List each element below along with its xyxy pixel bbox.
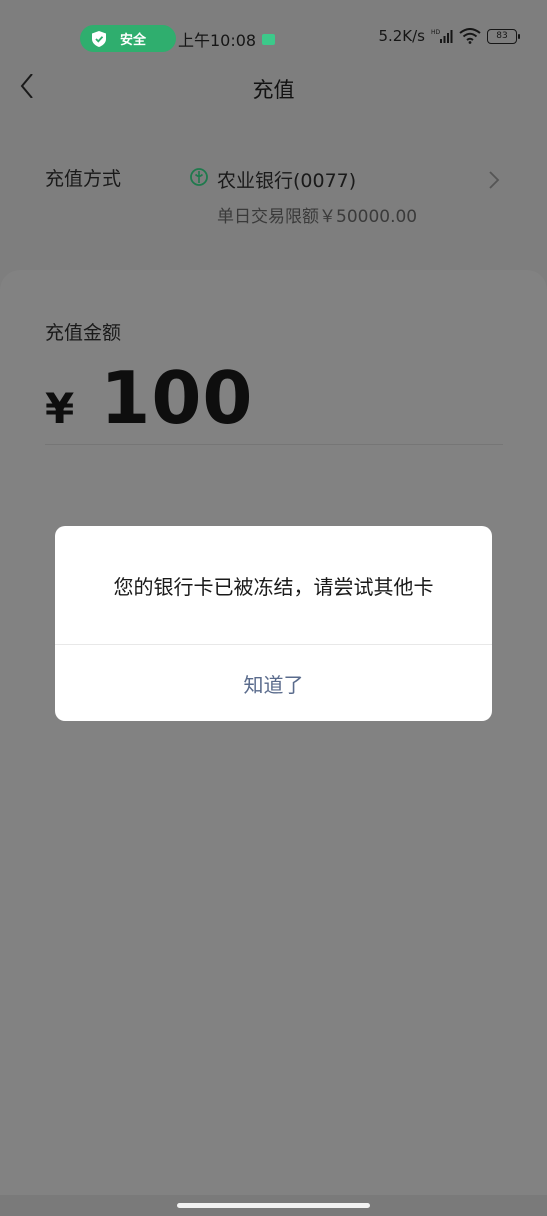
daily-limit: 单日交易限额￥50000.00 xyxy=(217,207,418,227)
acknowledge-button[interactable]: 知道了 xyxy=(55,645,492,721)
security-badge[interactable]: 安全 xyxy=(80,25,176,52)
chevron-right-icon xyxy=(489,171,500,189)
home-bar xyxy=(0,1195,547,1216)
recharge-method-row[interactable]: 充值方式 农业银行(0077) 单日交易限额￥50000.00 xyxy=(0,150,547,260)
network-speed: 5.2K/s xyxy=(378,27,425,45)
network-type-label: HD xyxy=(431,29,441,36)
currency-symbol: ¥ xyxy=(45,384,75,433)
clock-text: 上午10:08 xyxy=(178,31,257,50)
dialog-message: 您的银行卡已被冻结，请尝试其他卡 xyxy=(113,575,434,599)
battery-level: 83 xyxy=(496,30,508,41)
bank-name: 农业银行(0077) xyxy=(217,170,357,192)
status-indicators: 5.2K/s HD 83 xyxy=(378,27,520,45)
abc-bank-logo-icon xyxy=(190,168,208,186)
wifi-icon xyxy=(459,28,481,44)
signal-icon: HD xyxy=(431,29,453,43)
method-label: 充值方式 xyxy=(45,168,122,190)
home-indicator[interactable] xyxy=(177,1203,370,1208)
page-title: 充值 xyxy=(252,78,295,102)
amount-input[interactable]: ¥ 100 xyxy=(45,356,254,440)
status-clock: 上午10:08 xyxy=(178,27,276,51)
amount-divider xyxy=(45,444,503,445)
amount-card: 充值金额 ¥ 100 xyxy=(0,270,547,1216)
amount-label: 充值金额 xyxy=(45,322,122,344)
nav-bar: 充值 xyxy=(0,74,547,120)
security-label: 安全 xyxy=(120,33,147,48)
message-notification-icon xyxy=(262,33,276,45)
amount-value: 100 xyxy=(100,356,254,440)
shield-icon xyxy=(92,30,106,47)
status-bar: 安全 上午10:08 5.2K/s HD 83 xyxy=(0,0,547,74)
frozen-card-dialog: 您的银行卡已被冻结，请尝试其他卡 知道了 xyxy=(55,526,492,721)
battery-icon: 83 xyxy=(487,28,520,44)
